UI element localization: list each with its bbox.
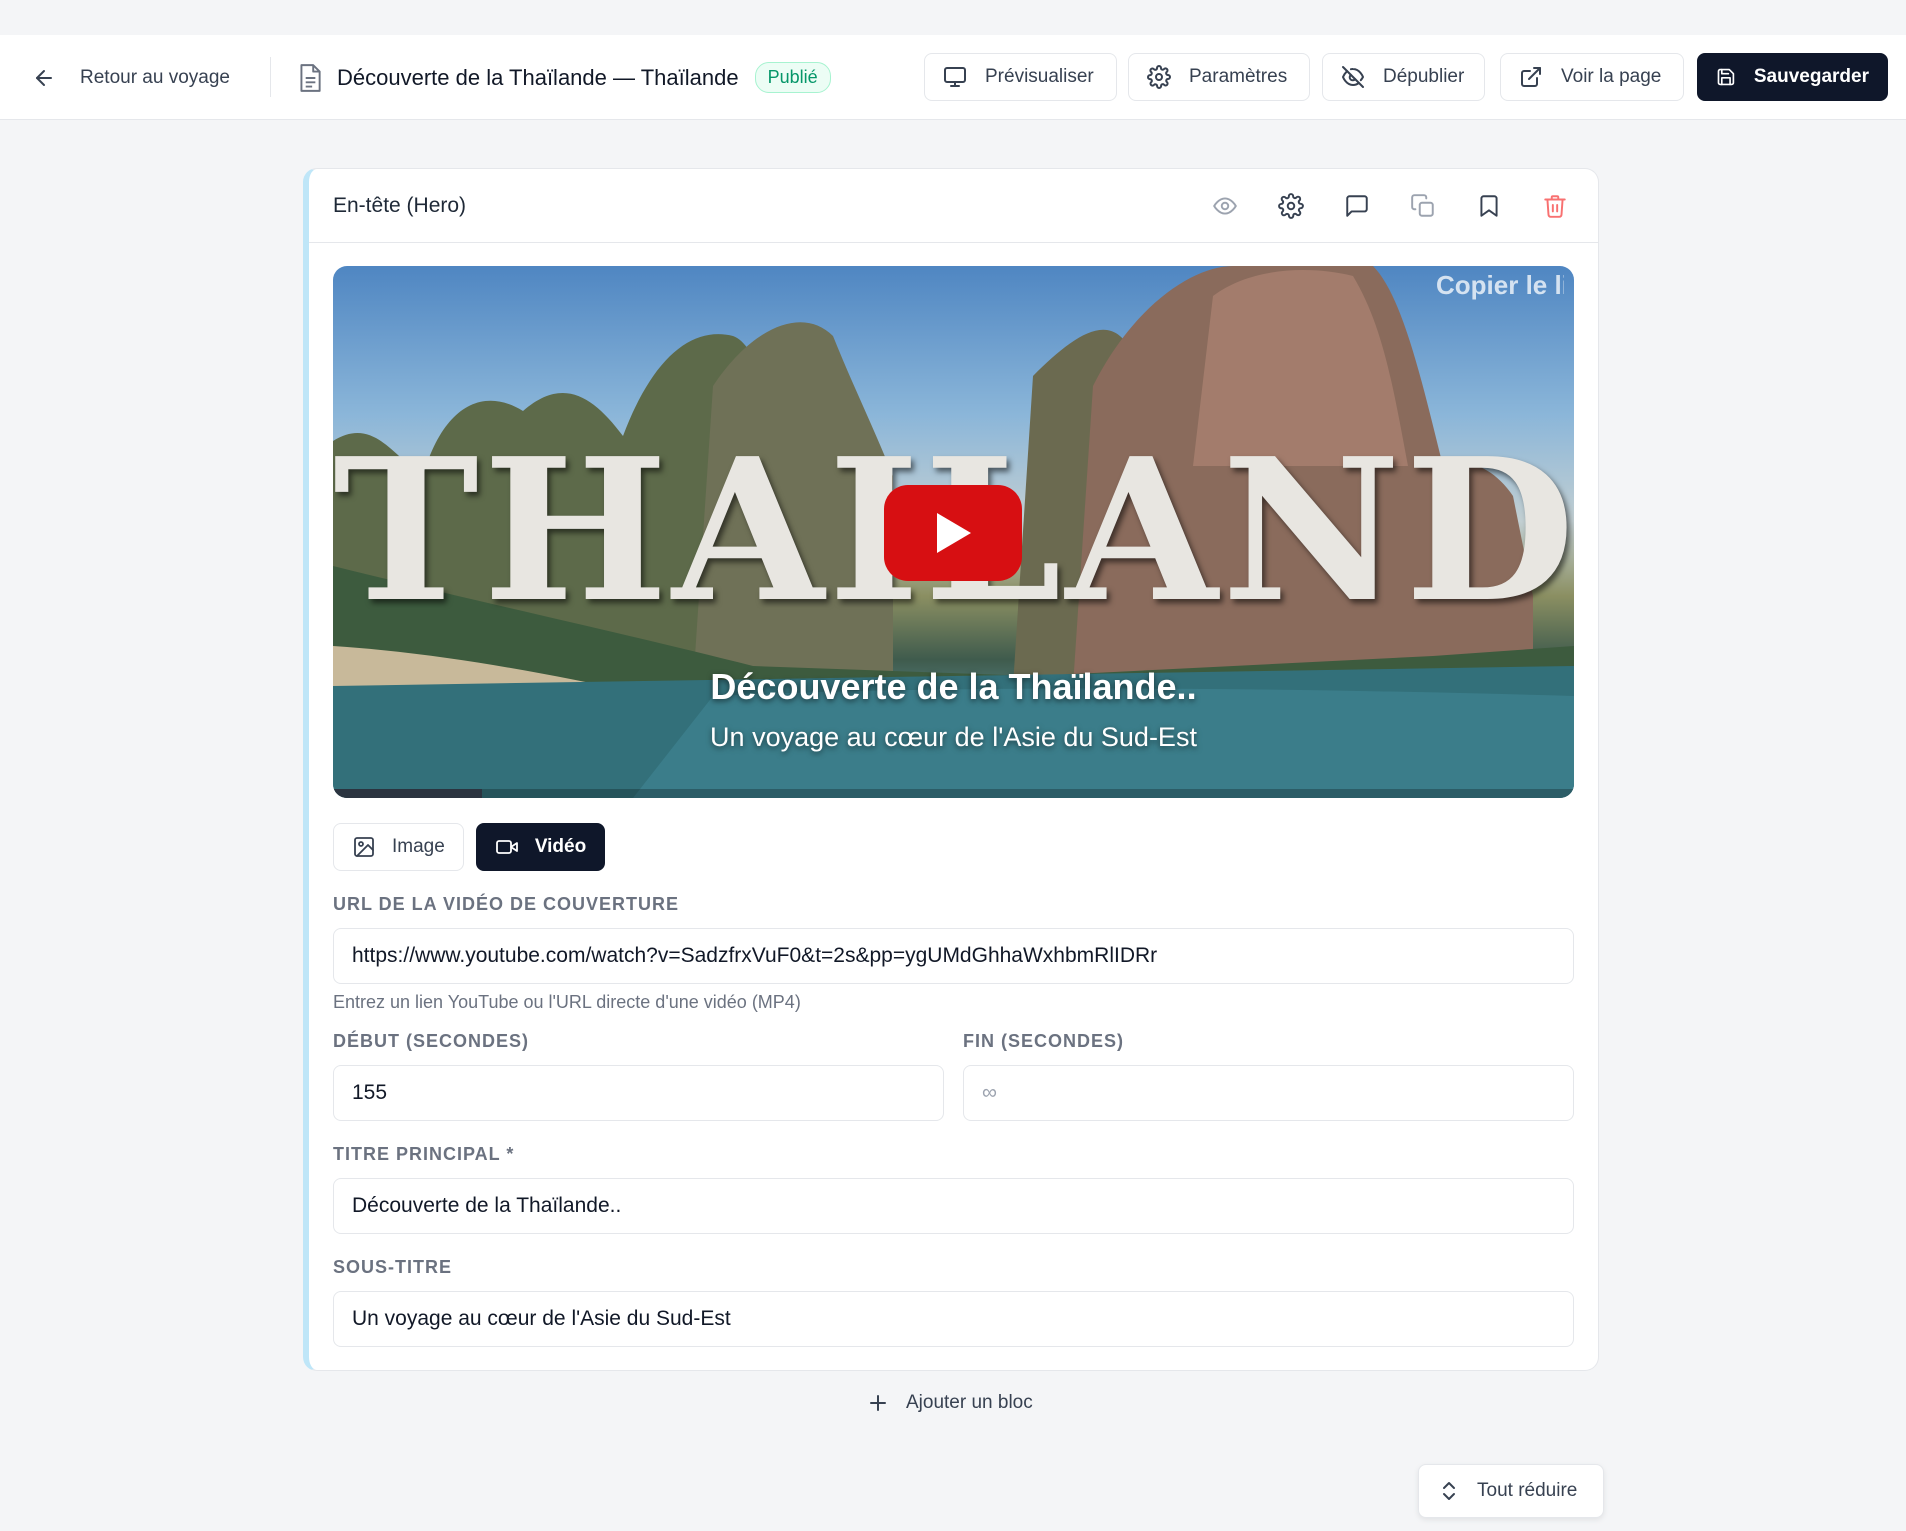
back-label: Retour au voyage [80,66,230,88]
start-seconds-input[interactable] [333,1065,944,1121]
view-page-button[interactable]: Voir la page [1500,53,1684,101]
copy-link-overlay[interactable]: Copier le lien [1436,270,1564,301]
eye-off-icon [1342,66,1364,88]
plus-icon [870,1395,886,1411]
subtitle-label: SOUS-TITRE [333,1257,453,1277]
video-camera-icon [495,840,518,854]
settings-label: Paramètres [1189,66,1288,87]
block-title: En-tête (Hero) [333,193,467,217]
unpublish-label: Dépublier [1383,66,1465,87]
trash-icon[interactable] [1542,193,1568,219]
image-media-button[interactable]: Image [333,823,464,871]
play-icon [937,513,971,553]
unpublish-button[interactable]: Dépublier [1322,53,1485,101]
view-page-label: Voir la page [1561,66,1662,87]
subtitle-input[interactable] [333,1291,1574,1347]
play-button[interactable] [884,485,1022,581]
hero-subtitle-preview: Un voyage au cœur de l'Asie du Sud-Est [710,722,1197,752]
add-block-button[interactable]: Ajouter un bloc [866,1391,1033,1415]
video-url-hint: Entrez un lien YouTube ou l'URL directe … [333,992,801,1012]
arrow-left-icon [36,69,52,86]
main-title-input[interactable] [333,1178,1574,1234]
back-to-trip-link[interactable]: Retour au voyage [32,35,230,120]
comment-icon[interactable] [1344,193,1370,219]
video-media-label: Vidéo [534,836,587,857]
page-title: Découverte de la Thaïlande — Thaïlande [337,64,739,90]
floppy-disk-icon [1717,68,1735,86]
gear-icon[interactable] [1278,193,1304,219]
chevrons-up-down-icon [1443,1482,1455,1500]
document-title: Découverte de la Thaïlande — Thaïlande P… [297,35,831,120]
save-label: Sauvegarder [1753,66,1869,87]
settings-button[interactable]: Paramètres [1128,53,1310,101]
eye-icon[interactable] [1212,193,1238,219]
block-header: En-tête (Hero) [309,169,1598,243]
end-seconds-label: FIN (SECONDES) [963,1031,1125,1051]
duplicate-icon[interactable] [1410,193,1436,219]
media-type-toggle: Image Vidéo [333,823,606,871]
image-icon [354,837,374,857]
video-url-input[interactable] [333,928,1574,984]
document-icon [300,63,321,92]
save-button[interactable]: Sauvegarder [1697,53,1888,101]
main-title-label: TITRE PRINCIPAL * [333,1144,515,1164]
hero-title-preview: Découverte de la Thaïlande.. [710,666,1197,707]
monitor-icon [944,67,966,87]
video-media-button[interactable]: Vidéo [475,823,606,871]
preview-label: Prévisualiser [985,66,1094,87]
collapse-all-button[interactable]: Tout réduire [1418,1464,1604,1518]
top-bar: Retour au voyage Découverte de la Thaïla… [0,35,1906,120]
image-media-label: Image [392,836,445,857]
video-progress-fill [333,789,482,798]
gear-icon [1147,65,1171,89]
add-block-label: Ajouter un bloc [906,1392,1033,1413]
collapse-all-label: Tout réduire [1477,1480,1578,1501]
hero-video-preview[interactable]: Copier le lien THAILAND Découverte de la… [333,266,1574,798]
external-link-icon [1521,67,1541,87]
preview-button[interactable]: Prévisualiser [924,53,1117,101]
hero-block-card: En-tête (Hero) Copier le lien THAILAND [303,168,1599,1371]
end-seconds-input[interactable] [963,1065,1574,1121]
start-seconds-label: DÉBUT (SECONDES) [333,1031,530,1051]
block-actions [1212,169,1568,243]
video-url-label: URL DE LA VIDÉO DE COUVERTURE [333,894,680,914]
bookmark-icon[interactable] [1476,193,1502,219]
status-badge: Publié [754,62,831,93]
divider [270,57,271,97]
video-progress-bar[interactable] [333,789,1574,798]
